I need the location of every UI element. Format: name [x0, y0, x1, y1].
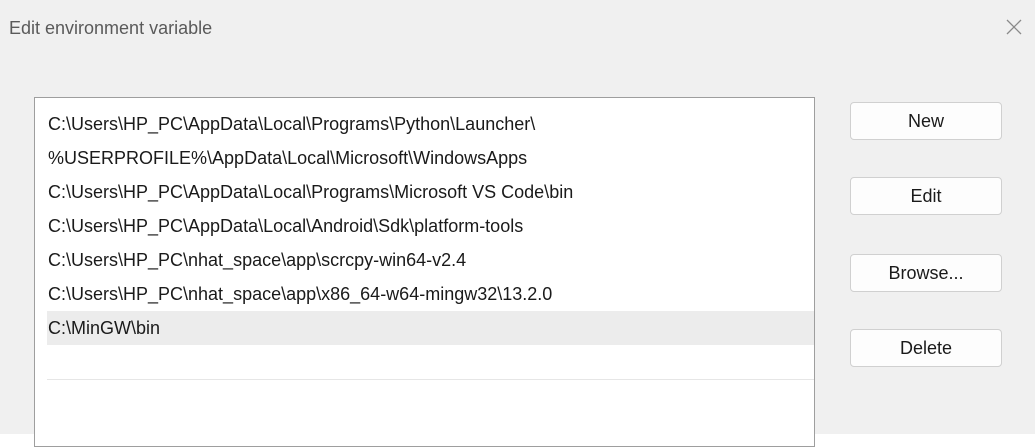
list-item[interactable]: C:\Users\HP_PC\nhat_space\app\scrcpy-win…	[47, 243, 814, 277]
list-item-text: C:\MinGW\bin	[48, 318, 161, 338]
new-button[interactable]: New	[850, 102, 1002, 140]
list-item[interactable]: %USERPROFILE%\AppData\Local\Microsoft\Wi…	[47, 141, 814, 175]
title-bar: Edit environment variable	[0, 0, 1035, 60]
dialog-title: Edit environment variable	[9, 18, 213, 38]
list-item[interactable]: C:\Users\HP_PC\AppData\Local\Android\Sdk…	[47, 209, 814, 243]
list-item-text: C:\Users\HP_PC\AppData\Local\Programs\Mi…	[48, 182, 574, 202]
list-item-empty[interactable]	[47, 379, 814, 413]
list-item-text: C:\Users\HP_PC\AppData\Local\Programs\Py…	[48, 114, 536, 134]
list-item-text: C:\Users\HP_PC\nhat_space\app\scrcpy-win…	[48, 250, 467, 270]
list-item[interactable]: C:\Users\HP_PC\nhat_space\app\x86_64-w64…	[47, 277, 814, 311]
delete-button[interactable]: Delete	[850, 329, 1002, 367]
list-item[interactable]: C:\Users\HP_PC\AppData\Local\Programs\Py…	[47, 107, 814, 141]
path-list[interactable]: C:\Users\HP_PC\AppData\Local\Programs\Py…	[34, 97, 815, 447]
list-item-text: C:\Users\HP_PC\AppData\Local\Android\Sdk…	[48, 216, 524, 236]
list-item-text: C:\Users\HP_PC\nhat_space\app\x86_64-w64…	[48, 284, 553, 304]
list-item-selected[interactable]: C:\MinGW\bin	[47, 311, 814, 345]
edit-button[interactable]: Edit	[850, 177, 1002, 215]
list-item[interactable]: C:\Users\HP_PC\AppData\Local\Programs\Mi…	[47, 175, 814, 209]
dialog-content: C:\Users\HP_PC\AppData\Local\Programs\Py…	[0, 60, 1035, 447]
browse-button[interactable]: Browse...	[850, 254, 1002, 292]
close-button[interactable]	[989, 8, 1035, 48]
edit-environment-variable-dialog: Edit environment variable C:\Users\HP_PC…	[0, 0, 1035, 447]
close-icon	[1006, 19, 1022, 35]
list-item-text: %USERPROFILE%\AppData\Local\Microsoft\Wi…	[48, 148, 528, 168]
